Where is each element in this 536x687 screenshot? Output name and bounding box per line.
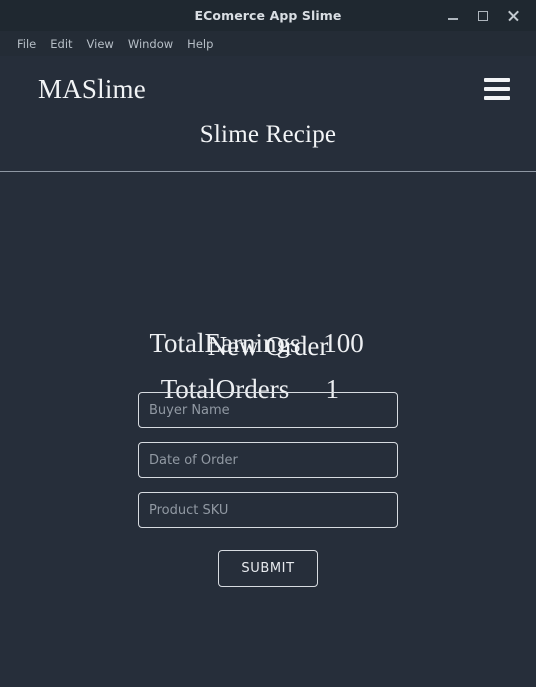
menu-item-window[interactable]: Window xyxy=(121,34,180,54)
window-title: EComerce App Slime xyxy=(194,8,342,23)
menubar: File Edit View Window Help xyxy=(0,31,536,56)
maximize-icon xyxy=(478,10,488,21)
menu-item-view[interactable]: View xyxy=(80,34,121,54)
minimize-icon xyxy=(448,18,458,20)
form-title: New Order xyxy=(207,331,329,361)
menu-item-edit[interactable]: Edit xyxy=(43,34,79,54)
menu-item-help[interactable]: Help xyxy=(180,34,220,54)
window-titlebar: EComerce App Slime xyxy=(0,0,536,31)
buyer-name-input[interactable] xyxy=(138,392,398,428)
main-content: TotalEarnings 100 TotalOrders 1 New Orde… xyxy=(0,172,536,687)
date-of-order-input[interactable] xyxy=(138,442,398,478)
new-order-form: New Order SUBMIT xyxy=(0,330,536,587)
close-button[interactable] xyxy=(498,0,528,31)
hamburger-bar-2 xyxy=(484,87,510,91)
submit-button[interactable]: SUBMIT xyxy=(218,550,318,587)
app-header: MASlime Slime Recipe xyxy=(0,56,536,172)
menu-item-file[interactable]: File xyxy=(10,34,43,54)
hamburger-bar-3 xyxy=(484,96,510,100)
maximize-button[interactable] xyxy=(468,0,498,31)
window-controls xyxy=(438,0,528,31)
product-sku-input[interactable] xyxy=(138,492,398,528)
brand-logo[interactable]: MASlime xyxy=(38,74,146,105)
close-icon xyxy=(507,9,520,22)
page-title: Slime Recipe xyxy=(199,121,337,148)
minimize-button[interactable] xyxy=(438,0,468,31)
hamburger-icon[interactable] xyxy=(484,78,510,100)
hamburger-bar-1 xyxy=(484,78,510,82)
